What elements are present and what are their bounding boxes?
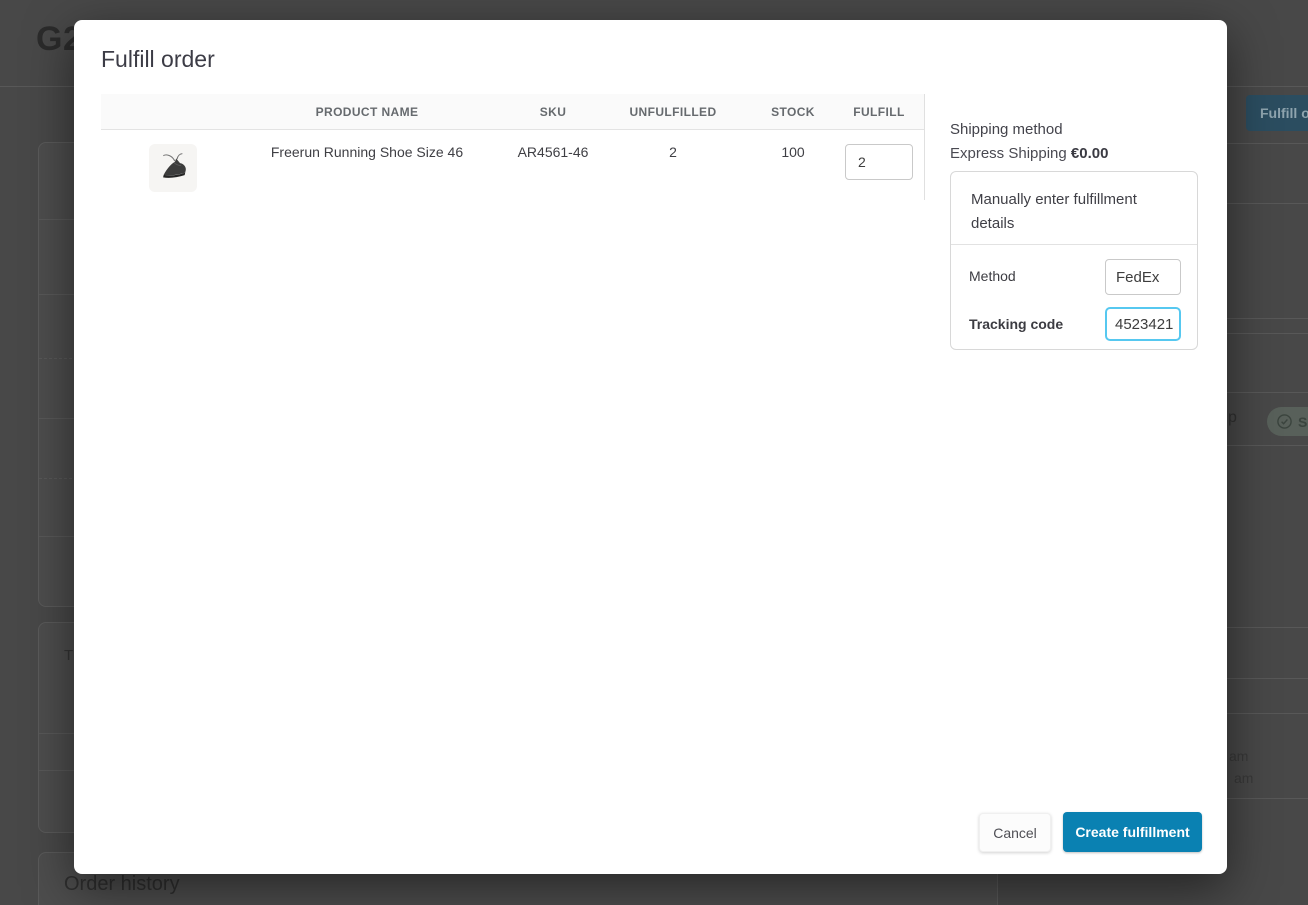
stock-cell: 100 bbox=[781, 144, 805, 160]
unfulfilled-cell: 2 bbox=[669, 144, 677, 160]
product-name-cell: Freerun Running Shoe Size 46 bbox=[270, 144, 464, 160]
method-input[interactable] bbox=[1105, 259, 1181, 295]
product-thumbnail bbox=[149, 144, 197, 192]
tracking-code-value: 4523421 bbox=[1115, 315, 1174, 333]
tracking-code-input[interactable]: 4523421 bbox=[1105, 307, 1181, 341]
table-header-unfulfilled: UNFULFILLED bbox=[629, 104, 717, 119]
fulfill-items-table: PRODUCT NAME SKU UNFULFILLED STOCK FULFI… bbox=[101, 94, 925, 200]
table-header-product-name: PRODUCT NAME bbox=[315, 104, 419, 119]
shipping-method-name: Express Shipping bbox=[950, 145, 1067, 162]
table-header-row: PRODUCT NAME SKU UNFULFILLED STOCK FULFI… bbox=[101, 94, 924, 130]
sneaker-icon bbox=[163, 153, 186, 178]
product-thumbnail-cell bbox=[101, 144, 221, 192]
fulfillment-card-title: Manually enter fulfillment details bbox=[971, 191, 1137, 232]
sku-cell: AR4561-46 bbox=[517, 144, 589, 160]
table-row: Freerun Running Shoe Size 46 AR4561-46 2… bbox=[101, 130, 924, 200]
table-header-stock: STOCK bbox=[771, 104, 815, 119]
fulfill-cell bbox=[833, 144, 925, 180]
card-divider bbox=[951, 244, 1197, 245]
table-header-fulfill: FULFILL bbox=[853, 104, 905, 119]
method-label: Method bbox=[969, 268, 1016, 284]
shipping-method-value: Express Shipping €0.00 bbox=[950, 145, 1108, 162]
fulfill-order-modal: Fulfill order PRODUCT NAME SKU UNFULFILL… bbox=[74, 20, 1227, 874]
fulfillment-details-card: Manually enter fulfillment details Metho… bbox=[950, 171, 1198, 350]
table-header-sku: SKU bbox=[539, 104, 567, 119]
modal-title: Fulfill order bbox=[101, 46, 215, 72]
create-fulfillment-button[interactable]: Create fulfillment bbox=[1063, 812, 1202, 852]
fulfill-quantity-input[interactable] bbox=[845, 144, 913, 180]
cancel-button[interactable]: Cancel bbox=[979, 813, 1051, 852]
tracking-code-label: Tracking code bbox=[969, 316, 1064, 332]
shipping-method-heading: Shipping method bbox=[950, 121, 1063, 138]
shipping-price: €0.00 bbox=[1070, 145, 1109, 162]
